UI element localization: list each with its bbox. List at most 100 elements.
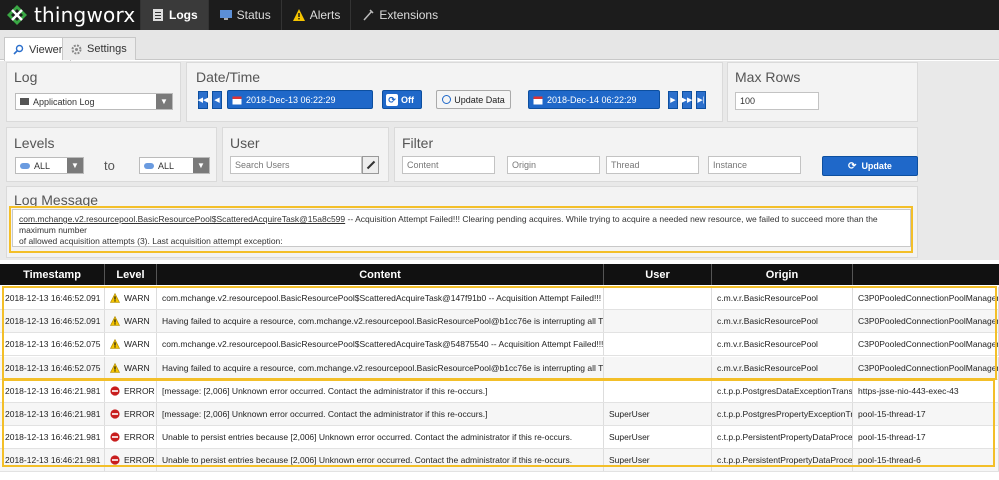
cell-text-level: ERROR	[124, 385, 155, 396]
gear-icon	[71, 44, 82, 54]
logs-icon	[153, 9, 163, 21]
column-header-origin[interactable]: Origin	[712, 264, 853, 285]
table-cell-origin: c.t.p.p.PostgresPropertyExceptionTrans	[712, 403, 853, 425]
next-fast-icon[interactable]: ▶▶	[682, 91, 692, 109]
datetime-title: Date/Time	[196, 69, 261, 85]
cell-text-user: SuperUser	[609, 409, 650, 419]
levels-title: Levels	[14, 135, 55, 151]
level-to-select[interactable]: ALL ▼	[139, 157, 210, 174]
table-cell-timestamp: 2018-12-13 16:46:21.981	[0, 449, 105, 472]
table-row[interactable]: 2018-12-13 16:46:21.981 ERROR Unable to pe…	[0, 426, 999, 450]
first-page-icon[interactable]: ◀◀	[198, 91, 208, 109]
table-cell-level: WARN	[105, 356, 157, 379]
filter-title: Filter	[402, 135, 434, 151]
error-icon	[110, 409, 120, 419]
next-page-icon[interactable]: ▶	[668, 91, 678, 109]
app-logo: thingworx	[0, 0, 140, 30]
table-row[interactable]: 2018-12-13 16:46:52.091 WARN Having failed…	[0, 310, 999, 334]
origin-filter-input[interactable]: Origin	[507, 156, 600, 174]
tab-settings[interactable]: Settings	[62, 37, 136, 60]
view-tab-bar: Viewer Settings	[0, 30, 999, 61]
calendar-icon	[533, 96, 543, 104]
filter-panel: Filter Content Origin Thread Instance ⟳ …	[394, 127, 918, 182]
cell-text-origin: c.t.p.p.PersistentPropertyDataProcessor	[717, 455, 853, 466]
table-cell-origin: c.m.v.r.BasicResourcePool	[712, 287, 853, 309]
search-icon	[13, 44, 24, 55]
level-from-select[interactable]: ALL ▼	[15, 157, 84, 174]
table-cell-timestamp: 2018-12-13 16:46:21.981	[0, 379, 105, 402]
cell-text-thread: C3P0PooledConnectionPoolManager[	[858, 339, 999, 350]
cell-text-origin: c.m.v.r.BasicResourcePool	[717, 339, 818, 350]
table-cell-level: WARN	[105, 333, 157, 356]
table-row[interactable]: 2018-12-13 16:46:21.981 ERROR [message: [2…	[0, 379, 999, 403]
content-filter-input[interactable]: Content	[402, 156, 495, 174]
max-rows-input[interactable]: 100	[735, 92, 819, 110]
nav-status[interactable]: Status	[207, 0, 281, 30]
nav-logs-label: Logs	[169, 8, 198, 22]
table-cell-timestamp: 2018-12-13 16:46:52.091	[0, 287, 105, 309]
table-row[interactable]: 2018-12-13 16:46:52.091 WARN com.mchange.v…	[0, 287, 999, 310]
table-row[interactable]: 2018-12-13 16:46:52.075 WARN com.mchange.v…	[0, 333, 999, 357]
nav-extensions[interactable]: Extensions	[350, 0, 448, 30]
refresh-icon: ⟳	[848, 160, 857, 172]
table-cell-thread: https-jsse-nio-443-exec-43	[853, 379, 999, 402]
column-header-content[interactable]: Content	[157, 264, 604, 285]
update-data-button[interactable]: Update Data	[436, 90, 511, 109]
log-select[interactable]: Application Log ▼	[15, 93, 173, 110]
cell-text-thread: C3P0PooledConnectionPoolManager[	[858, 362, 999, 373]
top-bar: thingworx Logs Status Alerts Extensions	[0, 0, 999, 30]
column-header-user[interactable]: User	[604, 264, 712, 285]
end-date-field[interactable]: 2018-Dec-14 06:22:29	[528, 90, 660, 109]
levels-panel: Levels ALL ▼ to ALL ▼	[6, 127, 217, 182]
user-search-input[interactable]: Search Users	[230, 156, 362, 174]
table-cell-content: Unable to persist entries because [2,006…	[157, 449, 604, 472]
level-from-value: ALL	[34, 160, 51, 171]
nav-alerts-label: Alerts	[309, 8, 341, 22]
nav-extensions-label: Extensions	[379, 8, 439, 22]
column-header-timestamp[interactable]: Timestamp	[0, 264, 105, 285]
table-cell-content: [message: [2,006] Unknown error occurred…	[157, 403, 604, 425]
start-date-field[interactable]: 2018-Dec-13 06:22:29	[227, 90, 373, 109]
log-message-link[interactable]: com.mchange.v2.resourcepool.BasicResourc…	[19, 214, 345, 224]
last-page-icon[interactable]: ▶|	[696, 91, 706, 109]
column-header-level[interactable]: Level	[105, 264, 157, 285]
table-cell-level: ERROR	[105, 403, 157, 425]
update-button[interactable]: ⟳ Update	[822, 156, 918, 176]
table-cell-level: ERROR	[105, 379, 157, 402]
table-row[interactable]: 2018-12-13 16:46:21.981 ERROR Unable to pe…	[0, 449, 999, 473]
table-cell-thread: pool-15-thread-17	[853, 426, 999, 449]
table-cell-content: Having failed to acquire a resource, com…	[157, 310, 604, 333]
instance-filter-input[interactable]: Instance	[708, 156, 801, 174]
end-date-value: 2018-Dec-14 06:22:29	[547, 94, 637, 105]
cell-text-timestamp: 2018-12-13 16:46:21.981	[5, 432, 101, 443]
table-row[interactable]: 2018-12-13 16:46:21.981 ERROR [message: [2…	[0, 403, 999, 426]
thread-filter-input[interactable]: Thread	[606, 156, 699, 174]
user-panel: User Search Users	[222, 127, 389, 182]
table-cell-content: [message: [2,006] Unknown error occurred…	[157, 379, 604, 402]
chevron-down-icon: ▼	[193, 158, 209, 173]
column-header-thread[interactable]	[853, 264, 999, 285]
table-cell-level: ERROR	[105, 426, 157, 449]
table-cell-thread: C3P0PooledConnectionPoolManager[	[853, 310, 999, 333]
log-title: Log	[14, 69, 38, 85]
nav-alerts[interactable]: Alerts	[280, 0, 351, 30]
table-cell-user	[604, 310, 712, 333]
prev-page-icon[interactable]: ◀	[212, 91, 222, 109]
table-row[interactable]: 2018-12-13 16:46:52.075 WARN Having failed…	[0, 356, 999, 380]
table-cell-thread: pool-15-thread-6	[853, 449, 999, 472]
table-cell-user	[604, 287, 712, 309]
cell-text-thread: pool-15-thread-6	[858, 455, 921, 466]
log-select-value: Application Log	[33, 96, 95, 107]
log-message-panel: Log Message com.mchange.v2.resourcepool.…	[6, 186, 918, 258]
monitor-icon	[219, 10, 232, 20]
extensions-icon	[363, 9, 374, 21]
update-button-label: Update	[861, 161, 892, 171]
user-picker-button[interactable]	[362, 156, 379, 174]
table-cell-origin: c.t.p.p.PostgresDataExceptionTranslato	[712, 379, 853, 402]
table-cell-user: SuperUser	[604, 449, 712, 472]
nav-logs[interactable]: Logs	[140, 0, 208, 30]
update-data-label: Update Data	[454, 94, 505, 105]
auto-refresh-toggle[interactable]: ⟳ Off	[382, 90, 422, 109]
cell-text-timestamp: 2018-12-13 16:46:52.091	[5, 316, 101, 327]
log-panel: Log Application Log ▼	[6, 62, 181, 122]
